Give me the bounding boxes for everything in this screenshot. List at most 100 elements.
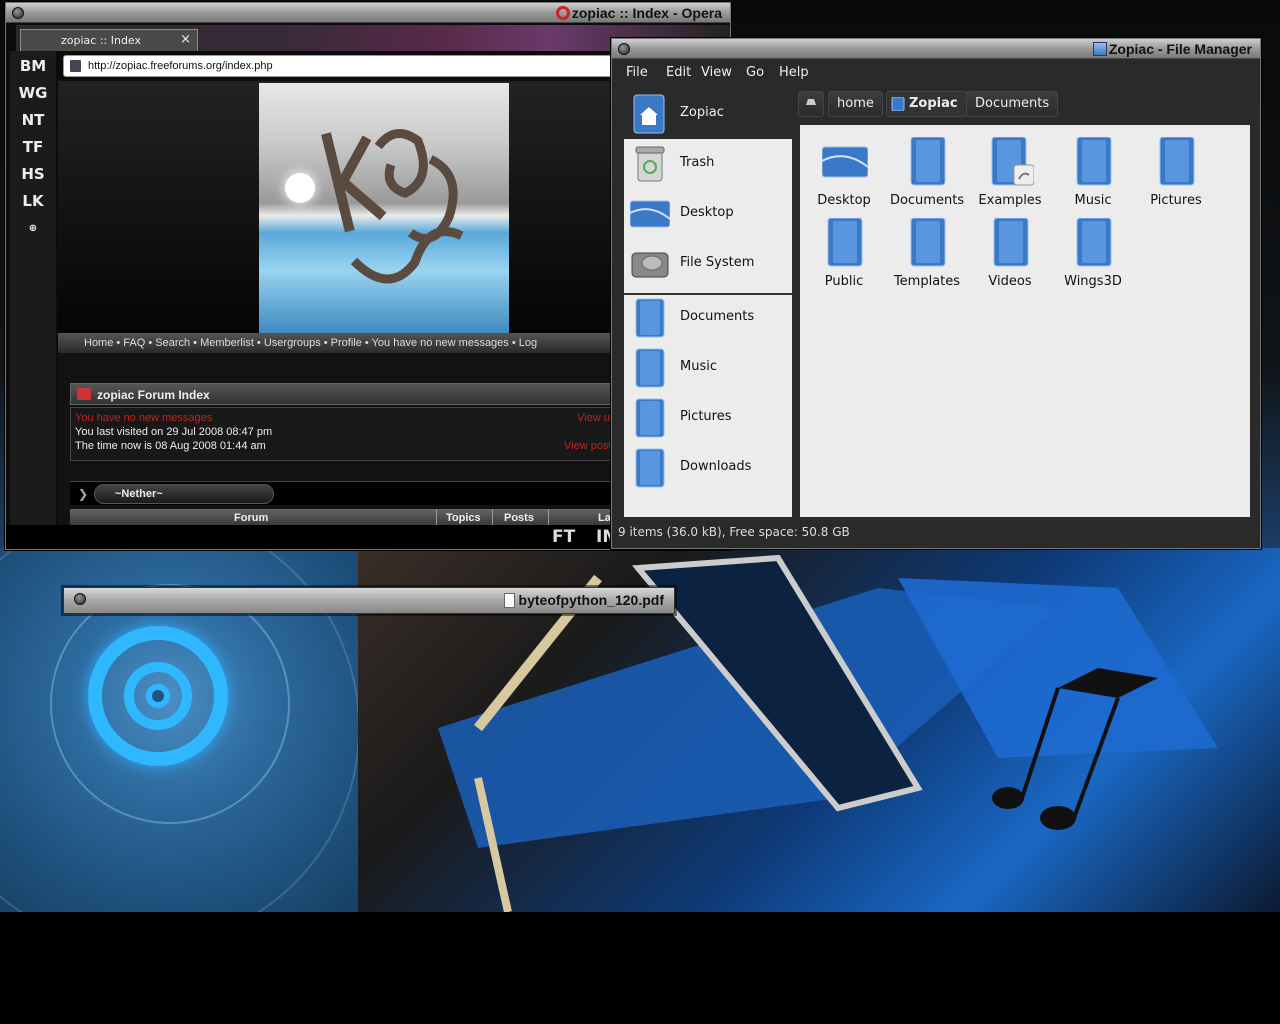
sidebar-item-documents[interactable]: Documents	[624, 293, 792, 343]
tab-close-icon[interactable]: ×	[180, 32, 191, 47]
category-bar: ❯ ~Nether~	[70, 481, 620, 505]
sidebar-item-downloads[interactable]: Downloads	[624, 443, 792, 493]
menu-view[interactable]: View	[701, 65, 732, 80]
side-pane: Zopiac Trash Desktop File System Documen…	[624, 89, 792, 517]
file-item-documents[interactable]: Documents	[885, 133, 969, 213]
forum-index-title: zopiac Forum Index	[97, 388, 210, 402]
file-manager-titlebar[interactable]: Zopiac - File Manager	[612, 39, 1260, 59]
folder-icon	[993, 218, 1029, 267]
pdf-window-title: byteofpython_120.pdf	[503, 592, 664, 608]
url-text[interactable]: http://zopiac.freeforums.org/index.php	[88, 60, 273, 72]
file-manager-icon	[1092, 42, 1107, 56]
menu-bar: File Edit View Go Help	[618, 61, 1258, 85]
new-messages-link[interactable]: You have no new messages	[75, 412, 212, 424]
desktop-icon	[822, 146, 868, 178]
folder-icon	[635, 348, 665, 388]
opera-panel-bar: BM WG NT TF HS LK ⊕	[10, 51, 56, 527]
folder-icon	[77, 388, 91, 400]
path-root-button[interactable]	[798, 91, 824, 117]
desktop: zopiac :: Index - Opera zopiac :: Index …	[0, 0, 1280, 1024]
folder-icon	[910, 218, 946, 267]
status-bar: 9 items (36.0 kB), Free space: 50.8 GB	[618, 525, 850, 539]
web-page: Home • FAQ • Search • Memberlist • Userg…	[58, 81, 620, 527]
file-item-pictures[interactable]: Pictures	[1134, 133, 1218, 213]
sidebar-item-zopiac[interactable]: Zopiac	[624, 89, 792, 139]
icon-view: Desktop Documents Examples Music Picture…	[800, 125, 1250, 517]
folder-icon	[1159, 137, 1195, 186]
home-folder-icon	[633, 94, 665, 134]
menu-help[interactable]: Help	[779, 65, 809, 80]
trash-icon	[635, 146, 665, 182]
folder-icon	[1076, 218, 1112, 267]
harddisk-icon	[806, 99, 816, 105]
file-item-desktop[interactable]: Desktop	[802, 133, 886, 213]
file-item-videos[interactable]: Videos	[968, 214, 1052, 294]
file-item-public[interactable]: Public	[802, 214, 886, 294]
pdf-viewer-window-shaded[interactable]: byteofpython_120.pdf	[63, 587, 675, 614]
file-item-wings3d[interactable]: Wings3D	[1051, 214, 1135, 294]
path-home-button[interactable]: home	[828, 91, 883, 117]
folder-link-icon	[991, 137, 1034, 186]
logo-artwork	[313, 93, 500, 321]
address-bar[interactable]: http://zopiac.freeforums.org/index.php	[63, 55, 623, 77]
sidebar-item-pictures[interactable]: Pictures	[624, 393, 792, 443]
sidebar-item-file-system[interactable]: File System	[624, 239, 792, 289]
forum-nav-links[interactable]: Home • FAQ • Search • Memberlist • Userg…	[84, 337, 537, 349]
desktop-icon	[630, 200, 670, 228]
column-forum: Forum	[234, 512, 269, 524]
panel-notes-button[interactable]: NT	[10, 111, 56, 129]
path-bar: home Zopiac Documents	[798, 89, 1250, 119]
menu-edit[interactable]: Edit	[666, 65, 691, 80]
column-posts: Posts	[504, 512, 534, 524]
harddisk-icon	[631, 252, 669, 278]
menu-file[interactable]: File	[626, 65, 648, 80]
forum-info-box: You have no new messages You last visite…	[70, 407, 620, 461]
file-item-music[interactable]: Music	[1051, 133, 1135, 213]
chevron-right-icon[interactable]: ❯	[78, 487, 88, 501]
column-topics: Topics	[446, 512, 481, 524]
folder-icon	[910, 137, 946, 186]
sun-icon	[285, 173, 315, 203]
file-manager-window[interactable]: Zopiac - File Manager File Edit View Go …	[611, 38, 1261, 549]
panel-bookmarks-button[interactable]: BM	[10, 57, 56, 75]
path-documents-button[interactable]: Documents	[966, 91, 1059, 117]
forum-index-header: zopiac Forum Index	[70, 383, 620, 405]
last-visited-text: You last visited on 29 Jul 2008 08:47 pm	[75, 426, 273, 438]
menu-go[interactable]: Go	[746, 65, 764, 80]
panel-add-icon[interactable]: ⊕	[10, 223, 56, 234]
document-icon	[503, 593, 515, 608]
forum-banner	[58, 81, 620, 333]
panel-widgets-button[interactable]: WG	[10, 84, 56, 102]
opera-icon	[555, 6, 570, 20]
window-menu-button[interactable]	[618, 43, 630, 55]
folder-icon	[635, 298, 665, 338]
panel-history-button[interactable]: HS	[10, 165, 56, 183]
file-manager-title: Zopiac - File Manager	[1092, 41, 1252, 57]
panel-transfers-button[interactable]: TF	[10, 138, 56, 156]
window-menu-button[interactable]	[74, 593, 86, 605]
forum-navbar[interactable]: Home • FAQ • Search • Memberlist • Userg…	[58, 333, 620, 353]
panel-links-button[interactable]: LK	[10, 192, 56, 210]
zopiac-logo-image	[259, 83, 509, 333]
opera-window-title: zopiac :: Index - Opera	[555, 5, 722, 21]
status-ft-button[interactable]: FT	[552, 527, 575, 547]
sidebar-item-desktop[interactable]: Desktop	[624, 189, 792, 239]
opera-titlebar[interactable]: zopiac :: Index - Opera	[6, 3, 730, 23]
home-folder-icon	[891, 97, 905, 111]
folder-icon	[635, 398, 665, 438]
folder-icon	[1076, 137, 1112, 186]
file-item-templates[interactable]: Templates	[885, 214, 969, 294]
sidebar-item-music[interactable]: Music	[624, 343, 792, 393]
page-icon	[70, 60, 81, 72]
folder-icon	[827, 218, 863, 267]
file-item-examples[interactable]: Examples	[968, 133, 1052, 213]
tab-zopiac-index[interactable]: zopiac :: Index ×	[20, 29, 198, 51]
sidebar-item-trash[interactable]: Trash	[624, 139, 792, 189]
view-posts-link[interactable]: View post	[564, 440, 612, 452]
time-now-text: The time now is 08 Aug 2008 01:44 am	[75, 440, 266, 452]
category-label[interactable]: ~Nether~	[94, 484, 274, 504]
folder-icon	[635, 448, 665, 488]
path-zopiac-button[interactable]: Zopiac	[886, 91, 967, 117]
window-menu-button[interactable]	[12, 7, 24, 19]
tab-label: zopiac :: Index	[61, 34, 142, 47]
